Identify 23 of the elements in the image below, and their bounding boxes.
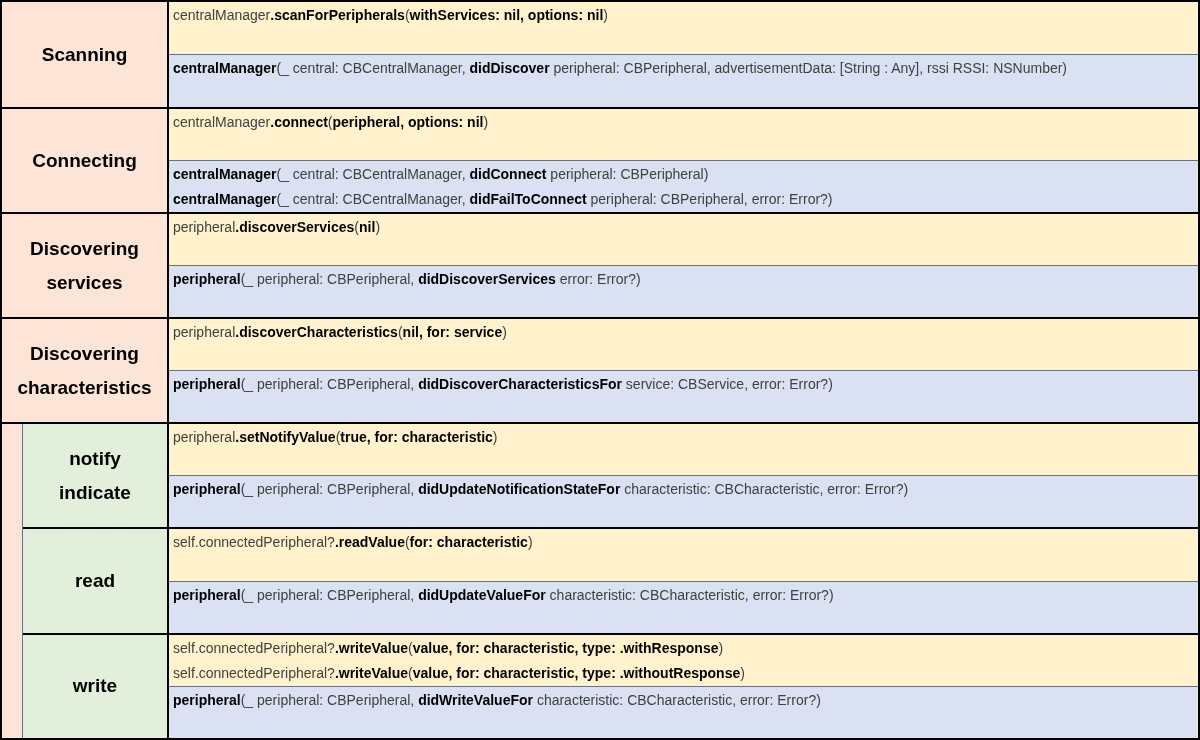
code-line: centralManager(_ central: CBCentralManager, didFailToConnect peripheral: CBPeripheral, error: Error?)	[173, 190, 834, 209]
code-line: centralManager(_ central: CBCentralManager, didDiscover peripheral: CBPeripheral, advertisementData: [String : Any], rssi RSSI: NSNumber)	[173, 59, 1069, 78]
code-line: centralManager.scanForPeripherals(withServices: nil, options: nil)	[173, 6, 609, 25]
code-line: peripheral.setNotifyValue(true, for: characteristic)	[173, 428, 499, 447]
stage-label: notify indicate	[23, 424, 167, 528]
code-line: centralManager.connect(peripheral, options: nil)	[173, 113, 490, 132]
code-line: self.connectedPeripheral?.readValue(for: characteristic)	[173, 533, 534, 553]
stage-label: Scanning	[2, 2, 167, 107]
code-line: peripheral(_ peripheral: CBPeripheral, didDiscoverServices error: Error?)	[173, 270, 642, 289]
code-line: peripheral(_ peripheral: CBPeripheral, didUpdateValueFor characteristic: CBCharacteristic, error: Error?)	[173, 585, 835, 605]
code-line: centralManager(_ central: CBCentralManager, didConnect peripheral: CBPeripheral)	[173, 165, 710, 184]
code-line: peripheral(_ peripheral: CBPeripheral, didUpdateNotificationStateFor characteristic: CBCharacteristic, error: Error?)	[173, 480, 910, 500]
code-line: peripheral.discoverCharacteristics(nil, for: service)	[173, 323, 508, 342]
code-line: peripheral(_ peripheral: CBPeripheral, didWriteValueFor characteristic: CBCharacteristic, error: Error?)	[173, 690, 822, 710]
code-line: peripheral(_ peripheral: CBPeripheral, didDiscoverCharacteristicsFor service: CBService, error: Error?)	[173, 375, 834, 394]
stage-label: read	[23, 529, 167, 633]
stage-label: Discovering characteristics	[2, 319, 167, 422]
code-line: self.connectedPeripheral?.writeValue(value, for: characteristic, type: .withoutResponse)	[173, 663, 746, 683]
code-line: peripheral.discoverServices(nil)	[173, 218, 382, 237]
code-line: self.connectedPeripheral?.writeValue(value, for: characteristic, type: .withResponse)	[173, 638, 725, 658]
stage-label: write	[23, 634, 167, 738]
stage-label: Connecting	[2, 109, 167, 212]
stage-label: Discovering services	[2, 214, 167, 317]
